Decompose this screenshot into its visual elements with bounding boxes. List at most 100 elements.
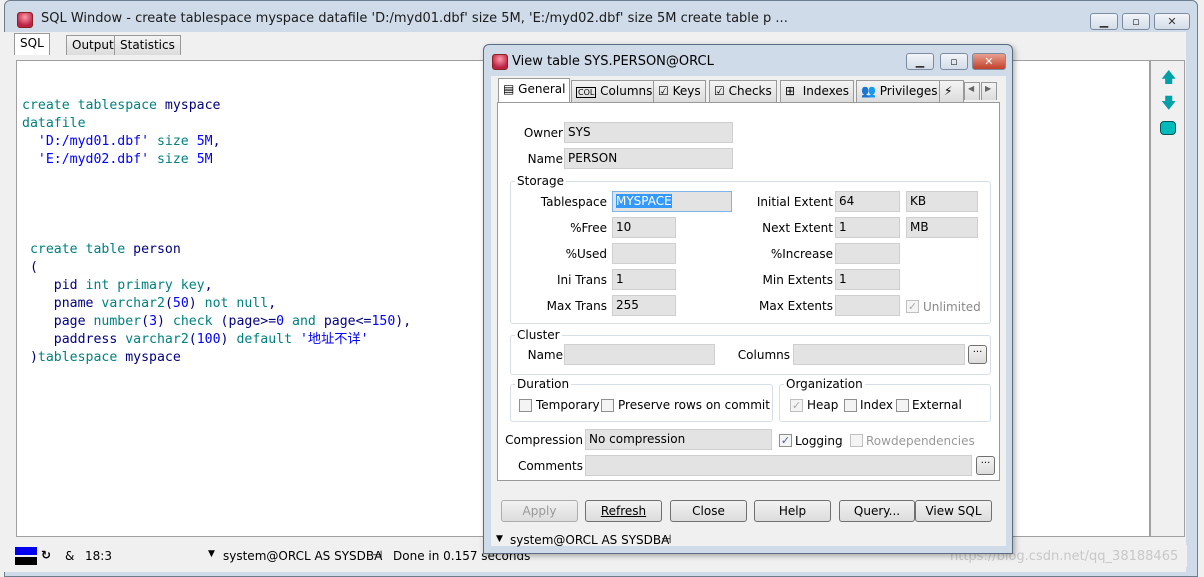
- tab-output[interactable]: Output: [66, 35, 120, 55]
- rowdependencies-checkbox[interactable]: [850, 434, 863, 447]
- code-token: ): [220, 332, 229, 347]
- rowdependencies-label: Rowdependencies: [866, 434, 975, 448]
- dialog-maximize-button[interactable]: ▫: [940, 53, 968, 70]
- comments-field[interactable]: [585, 455, 972, 476]
- pin-icon[interactable]: ⊣: [661, 532, 671, 546]
- pctfree-field[interactable]: 10: [612, 217, 676, 238]
- code-token: ,: [212, 134, 221, 149]
- pin-icon[interactable]: ⊣: [372, 548, 382, 562]
- close-button[interactable]: Close: [670, 500, 747, 522]
- code-token: ): [188, 296, 197, 311]
- unlimited-checkbox[interactable]: ✓: [906, 300, 919, 313]
- tab-label: Privileges: [879, 84, 938, 98]
- maxtrans-field[interactable]: 255: [612, 295, 676, 316]
- initrans-label: Ini Trans: [556, 273, 607, 287]
- maximize-button[interactable]: ▫: [1122, 13, 1150, 30]
- code-token: datafile: [22, 116, 86, 131]
- tab-checks[interactable]: ☑ Checks: [709, 80, 777, 102]
- tab-label: General: [518, 82, 566, 96]
- tablespace-value: MYSPACE: [616, 194, 672, 208]
- connection-label[interactable]: system@ORCL AS SYSDBA: [223, 549, 382, 563]
- index-label: Index: [860, 398, 894, 412]
- tab-scroll-left[interactable]: ◀: [964, 82, 980, 100]
- dialog-minimize-button[interactable]: ▁: [906, 53, 934, 70]
- sql-window-icon: [17, 12, 33, 28]
- comments-browse-button[interactable]: ···: [976, 456, 995, 475]
- refresh-button[interactable]: Refresh: [585, 500, 662, 522]
- minimize-button[interactable]: ▁: [1090, 13, 1118, 30]
- initial-unit-field[interactable]: KB: [906, 191, 978, 212]
- code-token: check: [164, 314, 221, 329]
- pctused-label: %Used: [565, 247, 607, 261]
- code-line: datafile: [22, 115, 411, 133]
- next-extent-field[interactable]: 1: [835, 217, 900, 238]
- dropdown-arrow-icon[interactable]: ▼: [496, 534, 503, 544]
- dialog-close-button[interactable]: ✕: [972, 53, 1006, 70]
- min-extents-label: Min Extents: [762, 273, 833, 287]
- tablespace-label: Tablespace: [540, 195, 607, 209]
- compression-field[interactable]: No compression: [585, 429, 772, 450]
- logging-label: Logging: [795, 434, 843, 448]
- tab-general[interactable]: ▤ General: [498, 78, 571, 103]
- tab-indexes[interactable]: ⊞ Indexes: [780, 80, 855, 102]
- tab-scroll-right[interactable]: ▶: [981, 82, 997, 100]
- code-token: (: [141, 314, 150, 329]
- pctincrease-field[interactable]: [835, 243, 900, 264]
- tab-statistics[interactable]: Statistics: [114, 35, 181, 55]
- apply-button[interactable]: Apply: [501, 500, 578, 522]
- max-extents-field[interactable]: [835, 295, 900, 316]
- code-line: paddress varchar2(100) default '地址不详': [22, 331, 411, 349]
- external-label: External: [912, 398, 962, 412]
- dialog-connection-label[interactable]: system@ORCL AS SYSDBA: [510, 533, 669, 547]
- refresh-icon[interactable]: ↻: [41, 548, 51, 562]
- tab-columns[interactable]: COL Columns: [571, 80, 658, 102]
- tab-keys[interactable]: ☑ Keys: [653, 80, 706, 102]
- code-token: ,: [268, 296, 277, 311]
- max-extents-label: Max Extents: [759, 299, 833, 313]
- heap-checkbox[interactable]: ✓: [790, 399, 803, 412]
- logging-checkbox[interactable]: ✓: [779, 434, 792, 447]
- preserve-rows-checkbox[interactable]: [601, 399, 614, 412]
- query-button[interactable]: Query...: [839, 500, 915, 522]
- next-unit-field[interactable]: MB: [906, 217, 978, 238]
- pctused-field[interactable]: [612, 243, 676, 264]
- code-token: pid: [53, 278, 78, 293]
- view-sql-button[interactable]: View SQL: [915, 500, 992, 522]
- database-execute-icon[interactable]: [1160, 121, 1176, 135]
- code-token: varchar2: [117, 332, 189, 347]
- external-checkbox[interactable]: [896, 399, 909, 412]
- index-checkbox[interactable]: [844, 399, 857, 412]
- owner-field[interactable]: SYS: [564, 122, 733, 143]
- initial-extent-field[interactable]: 64: [835, 191, 900, 212]
- close-window-button[interactable]: ✕: [1154, 13, 1190, 30]
- tab-label: Keys: [672, 84, 701, 98]
- code-token: ): [157, 314, 165, 329]
- name-label: Name: [527, 152, 563, 166]
- temporary-label: Temporary: [536, 398, 600, 412]
- code-token: 3: [149, 314, 158, 329]
- help-button[interactable]: Help: [754, 500, 831, 522]
- code-token: varchar2: [93, 296, 165, 311]
- min-extents-field[interactable]: 1: [835, 269, 900, 290]
- code-token: (: [220, 314, 229, 329]
- name-field[interactable]: PERSON: [564, 148, 733, 169]
- arrow-up-icon[interactable]: 🡅: [1161, 67, 1176, 92]
- arrow-down-icon[interactable]: 🡇: [1161, 93, 1176, 118]
- cluster-columns-browse-button[interactable]: ···: [968, 345, 987, 364]
- tab-sql[interactable]: SQL: [14, 33, 50, 55]
- temporary-checkbox[interactable]: [519, 399, 532, 412]
- code-token: 'E:/myd02.dbf': [37, 152, 150, 167]
- tab-label: Columns: [600, 84, 653, 98]
- owner-label: Owner: [523, 126, 563, 140]
- cluster-name-field[interactable]: [564, 344, 715, 365]
- code-token: '地址不详': [299, 332, 369, 347]
- dropdown-arrow-icon[interactable]: ▼: [208, 549, 215, 559]
- tab-privileges[interactable]: 👥 Privileges: [856, 80, 943, 102]
- tab-triggers[interactable]: ⚡: [939, 80, 964, 102]
- initrans-field[interactable]: 1: [612, 269, 676, 290]
- dialog-title: View table SYS.PERSON@ORCL: [512, 54, 714, 69]
- cluster-columns-field[interactable]: [793, 344, 965, 365]
